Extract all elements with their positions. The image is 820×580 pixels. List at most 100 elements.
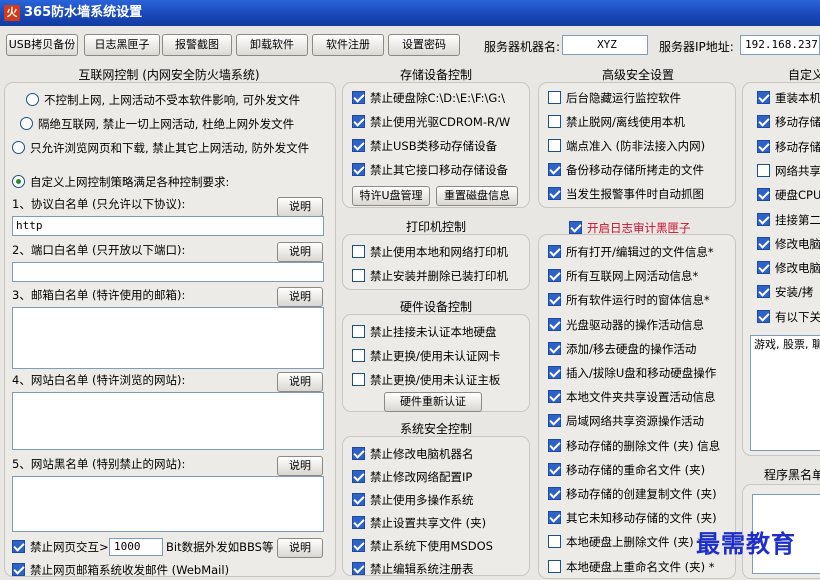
checkbox-checked[interactable] <box>548 414 561 428</box>
block-other-storage-row[interactable]: 禁止其它接口移动存储设备 <box>352 160 508 180</box>
custom-option-row[interactable]: 移动存储 <box>757 137 820 157</box>
interaction-bit-input[interactable]: 1000 <box>109 538 163 556</box>
mail-whitelist-textarea[interactable] <box>12 307 324 369</box>
custom-option-row[interactable]: 网络共享 <box>757 161 820 181</box>
custom-option-row[interactable]: 硬盘CPU <box>757 185 820 205</box>
checkbox-checked[interactable] <box>757 91 770 104</box>
checkbox-unchecked[interactable] <box>352 349 365 362</box>
checkbox-checked[interactable] <box>569 221 582 234</box>
advanced-option-row[interactable]: 当发生报警事件时自动抓图 <box>548 184 704 204</box>
port-whitelist-input[interactable] <box>12 262 324 282</box>
checkbox-unchecked[interactable] <box>352 373 365 386</box>
advanced-option-row[interactable]: 禁止脱网/离线使用本机 <box>548 112 685 132</box>
custom-option-row[interactable]: 重装本机 <box>757 88 820 108</box>
checkbox-checked[interactable] <box>548 366 561 379</box>
site-whitelist-textarea[interactable] <box>12 392 324 450</box>
audit-option-row[interactable]: 局域网络共享资源操作活动 <box>548 411 704 431</box>
checkbox-unchecked[interactable] <box>548 535 561 549</box>
explain-button-port[interactable]: 说明 <box>277 242 323 262</box>
custom-option-row[interactable]: 安装/拷 <box>757 282 813 302</box>
audit-option-row[interactable]: 本地硬盘上重命名文件 (夹) * <box>548 557 715 577</box>
checkbox-checked[interactable] <box>352 163 365 176</box>
checkbox-checked[interactable] <box>548 390 561 404</box>
audit-option-row[interactable]: 所有软件运行时的窗体信息* <box>548 290 710 310</box>
audit-option-row[interactable]: 移动存储的创建复制文件 (夹) <box>548 484 717 504</box>
radio-circle-selected[interactable] <box>12 175 25 188</box>
alarm-screenshot-button[interactable]: 报警截图 <box>162 34 232 56</box>
custom-option-row[interactable]: 挂接第二 <box>757 210 820 230</box>
checkbox-checked[interactable] <box>352 447 365 460</box>
radio-isolate-internet[interactable]: 隔绝互联网, 禁止一切上网活动, 杜绝上网外发文件 <box>20 114 294 134</box>
checkbox-checked[interactable] <box>352 139 365 152</box>
checkbox-unchecked[interactable] <box>548 559 561 573</box>
checkbox-checked[interactable] <box>548 269 561 283</box>
checkbox-checked[interactable] <box>548 511 561 525</box>
checkbox-checked[interactable] <box>352 115 365 128</box>
explain-button-site-black[interactable]: 说明 <box>277 456 323 476</box>
usb-backup-button[interactable]: USB拷贝备份 <box>6 34 78 56</box>
checkbox-checked[interactable] <box>352 91 365 104</box>
register-button[interactable]: 软件注册 <box>312 34 384 56</box>
block-disks-row[interactable]: 禁止硬盘除C:\D:\E:\F:\G:\ <box>352 88 505 108</box>
advanced-option-row[interactable]: 端点准入 (防非法接入内网) <box>548 136 705 156</box>
block-printers-row[interactable]: 禁止使用本地和网络打印机 <box>352 242 508 262</box>
radio-circle[interactable] <box>26 93 39 106</box>
block-webmail-row[interactable]: 禁止网页邮箱系统收发邮件 (WebMail) <box>12 560 229 580</box>
checkbox-checked[interactable] <box>352 516 365 529</box>
audit-option-row[interactable]: 插入/拔除U盘和移动硬盘操作 <box>548 363 716 383</box>
audit-option-row[interactable]: 光盘驱动器的操作活动信息 <box>548 315 704 335</box>
block-usb-storage-row[interactable]: 禁止USB类移动存储设备 <box>352 136 497 156</box>
set-password-button[interactable]: 设置密码 <box>388 34 460 56</box>
checkbox-checked[interactable] <box>548 341 561 355</box>
checkbox-checked[interactable] <box>757 236 770 250</box>
radio-browse-only[interactable]: 只允许浏览网页和下载, 禁止其它上网活动, 防外发文件 <box>12 138 309 158</box>
checkbox-checked[interactable] <box>757 261 770 275</box>
block-ip-config-row[interactable]: 禁止修改网络配置IP <box>352 467 472 487</box>
checkbox-checked[interactable] <box>12 540 25 553</box>
checkbox-checked[interactable] <box>757 285 770 299</box>
advanced-option-row[interactable]: 备份移动存储所拷走的文件 <box>548 160 704 180</box>
server-ip-input[interactable]: 192.168.237. <box>740 35 820 55</box>
checkbox-unchecked[interactable] <box>548 115 561 128</box>
checkbox-unchecked[interactable] <box>352 269 365 282</box>
checkbox-checked[interactable] <box>757 309 770 323</box>
audit-option-row[interactable]: 移动存储的重命名文件 (夹) <box>548 460 705 480</box>
log-blackbox-button[interactable]: 日志黑匣子 <box>84 34 160 56</box>
block-web-interaction-row[interactable]: 禁止网页交互> <box>12 537 109 557</box>
explain-button-mail[interactable]: 说明 <box>277 287 323 307</box>
block-registry-row[interactable]: 禁止编辑系统注册表 <box>352 559 474 579</box>
audit-option-row[interactable]: 本地文件夹共享设置活动信息 <box>548 387 716 407</box>
checkbox-unchecked[interactable] <box>352 325 365 338</box>
audit-option-row[interactable]: 本地硬盘上删除文件 (夹) * <box>548 532 703 552</box>
audit-option-row[interactable]: 所有互联网上网活动信息* <box>548 266 698 286</box>
checkbox-checked[interactable] <box>757 139 770 153</box>
checkbox-unchecked[interactable] <box>757 163 770 177</box>
checkbox-checked[interactable] <box>548 438 561 452</box>
checkbox-unchecked[interactable] <box>548 91 561 104</box>
block-uncert-disk-row[interactable]: 禁止挂接未认证本地硬盘 <box>352 322 497 342</box>
audit-option-row[interactable]: 所有打开/编辑过的文件信息* <box>548 242 714 262</box>
block-msdos-row[interactable]: 禁止系统下使用MSDOS <box>352 536 493 556</box>
radio-circle[interactable] <box>20 117 33 130</box>
explain-button-site-white[interactable]: 说明 <box>277 372 323 392</box>
audit-option-row[interactable]: 添加/移去硬盘的操作活动 <box>548 339 696 359</box>
checkbox-checked[interactable] <box>548 187 561 200</box>
block-cdrom-row[interactable]: 禁止使用光驱CDROM-R/W <box>352 112 510 132</box>
custom-option-row[interactable]: 有以下关 <box>757 307 820 327</box>
block-uncert-board-row[interactable]: 禁止更换/使用未认证主板 <box>352 370 500 390</box>
audit-option-row[interactable]: 移动存储的删除文件 (夹) 信息 <box>548 436 720 456</box>
server-name-input[interactable]: XYZ <box>562 35 648 55</box>
block-printer-install-row[interactable]: 禁止安装并删除已装打印机 <box>352 266 508 286</box>
checkbox-checked[interactable] <box>548 293 561 307</box>
radio-circle[interactable] <box>12 141 25 154</box>
custom-option-row[interactable]: 修改电脑 <box>757 258 820 278</box>
checkbox-checked[interactable] <box>757 115 770 129</box>
audit-option-row[interactable]: 其它未知移动存储的文件 (夹) <box>548 508 717 528</box>
radio-no-control[interactable]: 不控制上网, 上网活动不受本软件影响, 可外发文件 <box>26 90 300 110</box>
radio-custom-policy[interactable]: 自定义上网控制策略满足各种控制要求: <box>12 172 229 192</box>
uninstall-button[interactable]: 卸载软件 <box>236 34 308 56</box>
block-share-row[interactable]: 禁止设置共享文件 (夹) <box>352 513 486 533</box>
custom-option-row[interactable]: 修改电脑 <box>757 234 820 254</box>
reset-disk-button[interactable]: 重置磁盘信息 <box>436 186 518 206</box>
checkbox-checked[interactable] <box>757 212 770 226</box>
